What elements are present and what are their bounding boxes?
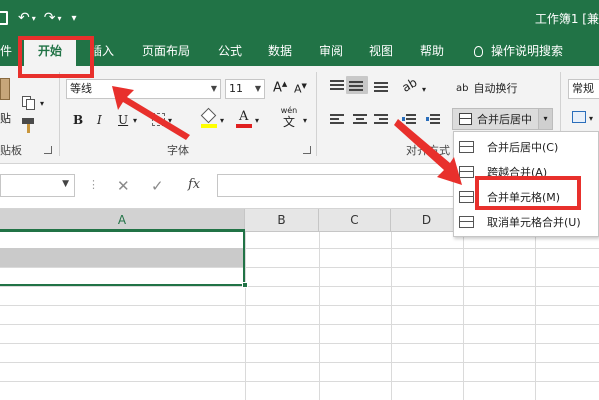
arrow-to-font-box (112, 86, 190, 140)
arrow-to-merge-cells (394, 119, 462, 185)
annotation-arrows (112, 86, 462, 185)
